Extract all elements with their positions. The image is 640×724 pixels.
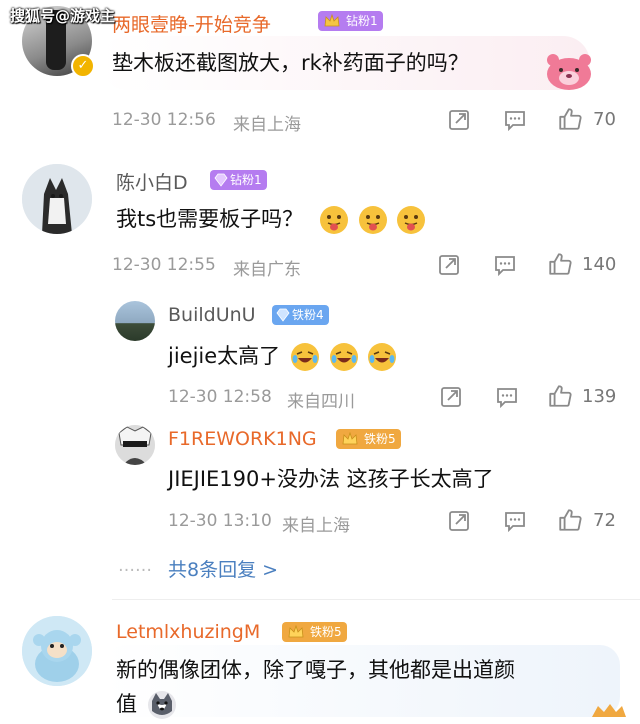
fan-badge: 铁粉5 [282,622,347,642]
username[interactable]: 陈小白D [116,168,188,195]
avatar[interactable] [22,616,92,686]
like-icon[interactable] [547,251,573,277]
verified-icon: ✓ [71,54,95,78]
badge-label: 钻粉1 [346,14,378,28]
like-count: 72 [593,510,616,531]
share-icon[interactable] [437,253,461,277]
comment-icon[interactable] [503,108,527,132]
comment-text-line-1: 新的偶像团体，除了嘎子，其他都是出道颜 [116,658,515,682]
fan-badge: 钻粉1 [210,170,267,190]
avatar[interactable] [115,425,155,465]
comment-icon[interactable] [493,253,517,277]
badge-label: 铁粉5 [364,432,396,446]
laughing-tears-emoji-icon [329,343,358,371]
like-icon[interactable] [557,507,583,533]
like-icon[interactable] [557,106,583,132]
comment-time: 12-30 13:10 [168,511,272,531]
avatar[interactable] [22,164,92,234]
comment-time: 12-30 12:56 [112,110,216,130]
crown-icon [288,624,304,638]
share-icon[interactable] [447,509,471,533]
strawberry-bear-sticker-icon [543,52,595,92]
avatar[interactable] [115,301,155,341]
comment-location: 来自上海 [233,115,301,135]
comment-location: 来自上海 [282,516,350,536]
husky-emoji-icon [147,691,176,719]
username[interactable]: 两眼壹睁-开始竞争 [112,10,271,37]
comment-text: JIEJIE190+没办法 这孩子长太高了 [168,467,494,491]
comment-location: 来自广东 [233,260,301,280]
comment-text: jiejie太高了 [168,340,397,371]
comment-text-content: 值 [116,692,137,716]
crown-icon [324,13,340,27]
divider [112,599,640,600]
like-count: 139 [582,386,617,407]
like-count: 140 [582,254,617,275]
laughing-tears-emoji-icon [290,343,319,371]
comment-text: 垫木板还截图放大，rk补药面子的吗？ [112,51,469,75]
comment-location: 来自四川 [287,392,355,412]
comment-time: 12-30 12:58 [168,387,272,407]
badge-label: 铁粉5 [310,625,342,639]
username[interactable]: BuildUnU [168,304,256,326]
tongue-out-emoji-icon [397,206,426,234]
laughing-tears-emoji-icon [368,343,397,371]
tongue-out-emoji-icon [358,206,387,234]
username[interactable]: F1REWORK1NG [168,428,317,450]
comment-text-content: 我ts也需要板子吗？ [116,207,304,231]
share-icon[interactable] [447,108,471,132]
like-icon[interactable] [547,383,573,409]
view-more-replies-link[interactable]: 共8条回复 > [168,555,278,582]
comment-icon[interactable] [503,509,527,533]
share-icon[interactable] [439,385,463,409]
comment-icon[interactable] [495,385,519,409]
diamond-icon [214,173,228,187]
like-count: 70 [593,109,616,130]
comment-text-line-2: 值 [116,688,176,719]
badge-label: 铁粉4 [292,308,324,322]
username[interactable]: LetmlxhuzingM [116,621,260,643]
tongue-out-emoji-icon [319,206,348,234]
crown-icon [342,431,358,445]
comment-text-content: jiejie太高了 [168,344,281,368]
comment-text: 我ts也需要板子吗？ [116,203,426,234]
fan-badge: 铁粉5 [336,429,401,449]
badge-label: 钻粉1 [230,173,262,187]
fan-badge: 铁粉4 [272,305,329,325]
more-dots: …… [118,556,152,576]
fan-badge: 钻粉1 [318,11,383,31]
diamond-icon [276,308,290,322]
watermark: 搜狐号@游戏主 [10,7,116,25]
comment-time: 12-30 12:55 [112,255,216,275]
sticker-corner-icon [588,700,628,717]
